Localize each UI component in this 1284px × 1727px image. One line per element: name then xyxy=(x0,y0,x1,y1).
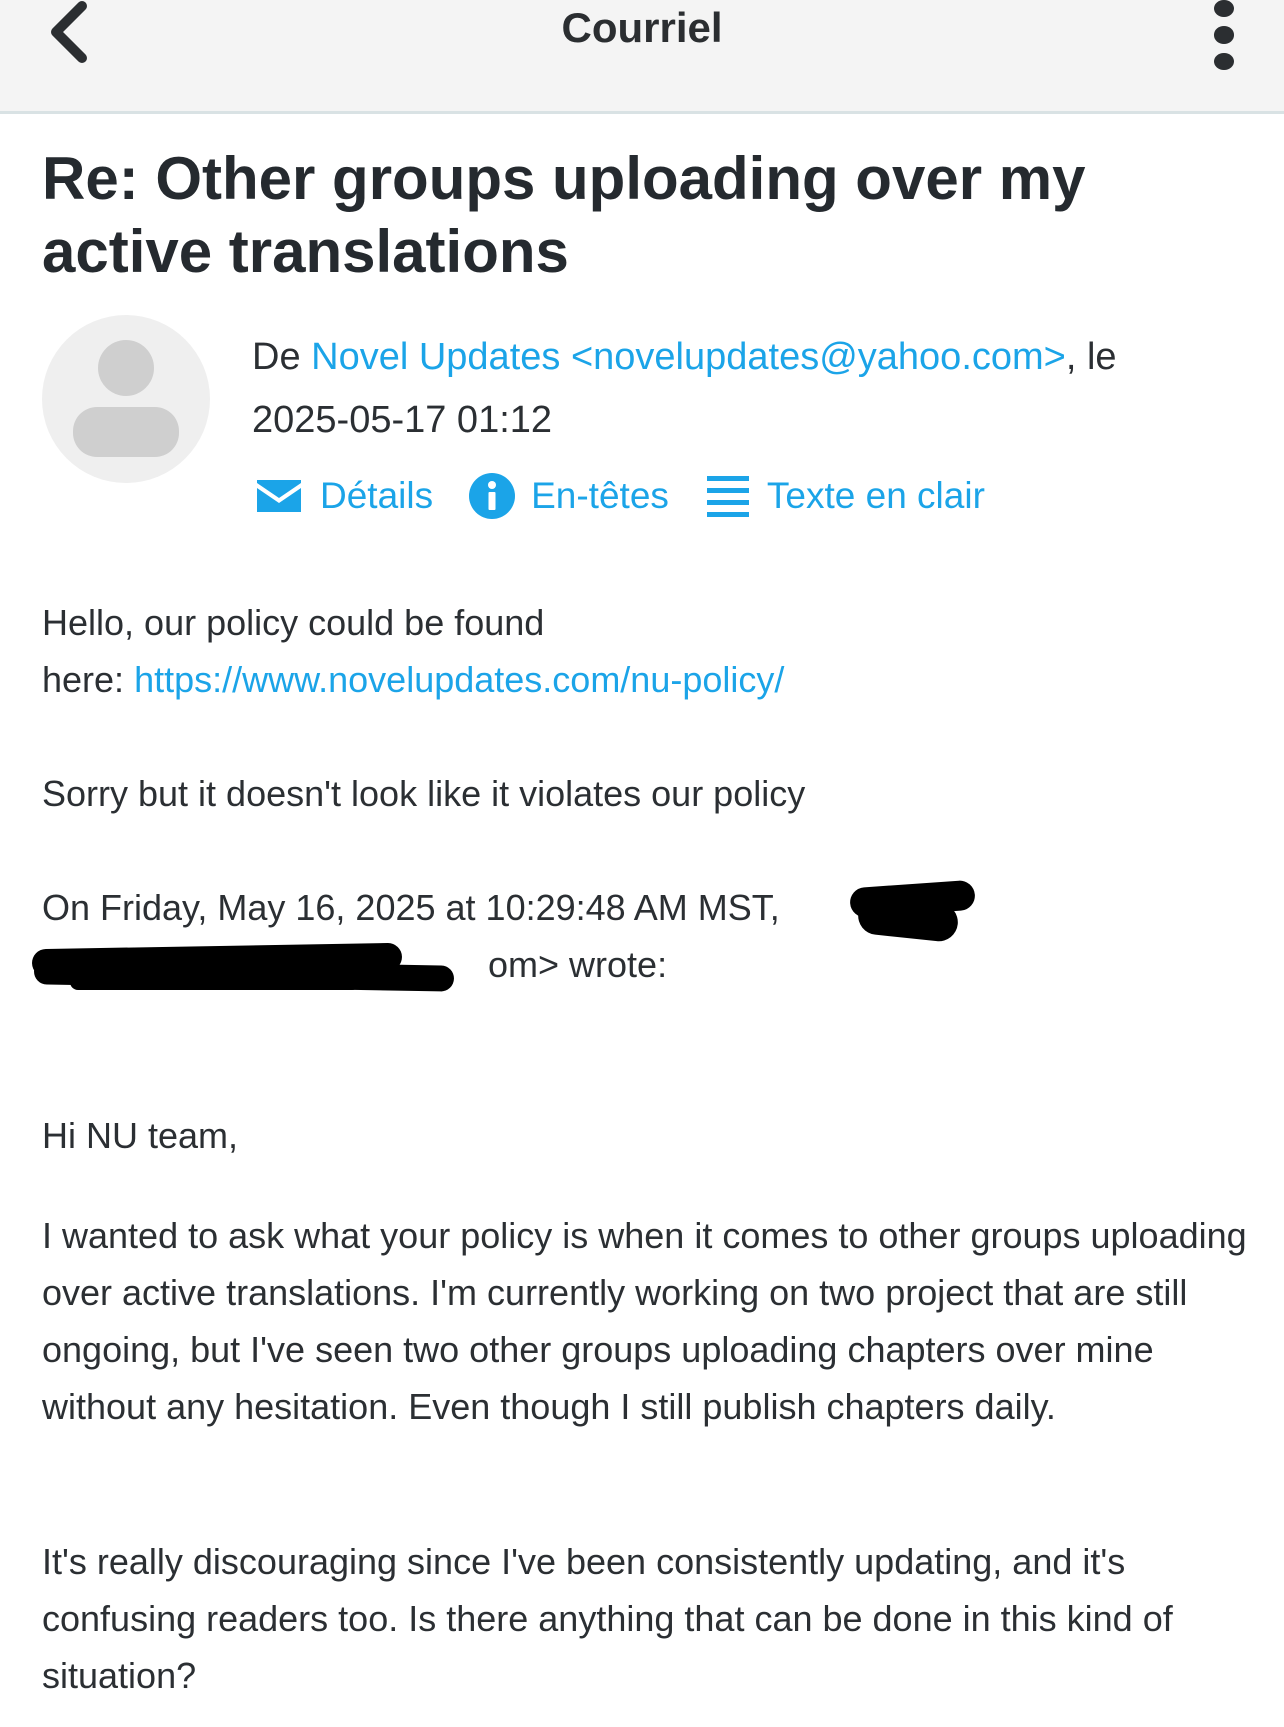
reply-paragraph-1: Hello, our policy could be found here: h… xyxy=(42,594,1257,708)
from-prefix: De xyxy=(252,336,312,378)
email-date: 2025-05-17 01:12 xyxy=(252,399,553,441)
quote-header-line-2: om> wrote: xyxy=(488,944,668,985)
app-header: Courriel xyxy=(0,0,1284,114)
plain-text-label: Texte en clair xyxy=(766,475,985,516)
headers-label: En-têtes xyxy=(531,475,669,516)
more-vertical-icon xyxy=(1214,0,1234,18)
reply-line-1: Hello, our policy could be found xyxy=(42,602,545,643)
redaction-mark xyxy=(70,974,360,990)
list-lines-icon xyxy=(706,476,749,517)
sender-link[interactable]: Novel Updates <novelupdates@yahoo.com> xyxy=(311,336,1066,378)
details-label: Détails xyxy=(320,475,434,516)
email-subject: Re: Other groups uploading over my activ… xyxy=(42,145,1086,285)
reply-paragraph-2: Sorry but it doesn't look like it violat… xyxy=(42,773,806,814)
envelope-icon xyxy=(257,480,301,512)
quote-header-line-1: On Friday, May 16, 2025 at 10:29:48 AM M… xyxy=(42,887,780,928)
info-icon xyxy=(469,473,516,519)
header-title: Courriel xyxy=(561,4,723,51)
quoted-paragraph-2: It's really discouraging since I've been… xyxy=(42,1541,1173,1696)
reply-line-2-prefix: here: xyxy=(42,659,135,700)
quoted-greeting: Hi NU team, xyxy=(42,1115,239,1156)
more-vertical-icon-dot xyxy=(1214,52,1234,70)
more-options-button[interactable] xyxy=(1196,0,1252,70)
sender-info: De Novel Updates <novelupdates@yahoo.com… xyxy=(252,326,1262,452)
more-vertical-icon-dot xyxy=(1214,26,1234,44)
policy-link[interactable]: https://www.novelupdates.com/nu-policy/ xyxy=(134,659,784,700)
quoted-paragraph-1: I wanted to ask what your policy is when… xyxy=(42,1215,1247,1427)
email-actions: Détails En-têtes Texte en clair xyxy=(254,470,985,522)
details-button[interactable]: Détails xyxy=(254,475,433,517)
headers-button[interactable]: En-têtes xyxy=(469,473,669,519)
plain-text-button[interactable]: Texte en clair xyxy=(706,474,985,518)
user-icon xyxy=(73,340,179,457)
sender-avatar xyxy=(42,315,210,483)
date-prefix: , le xyxy=(1065,336,1117,378)
